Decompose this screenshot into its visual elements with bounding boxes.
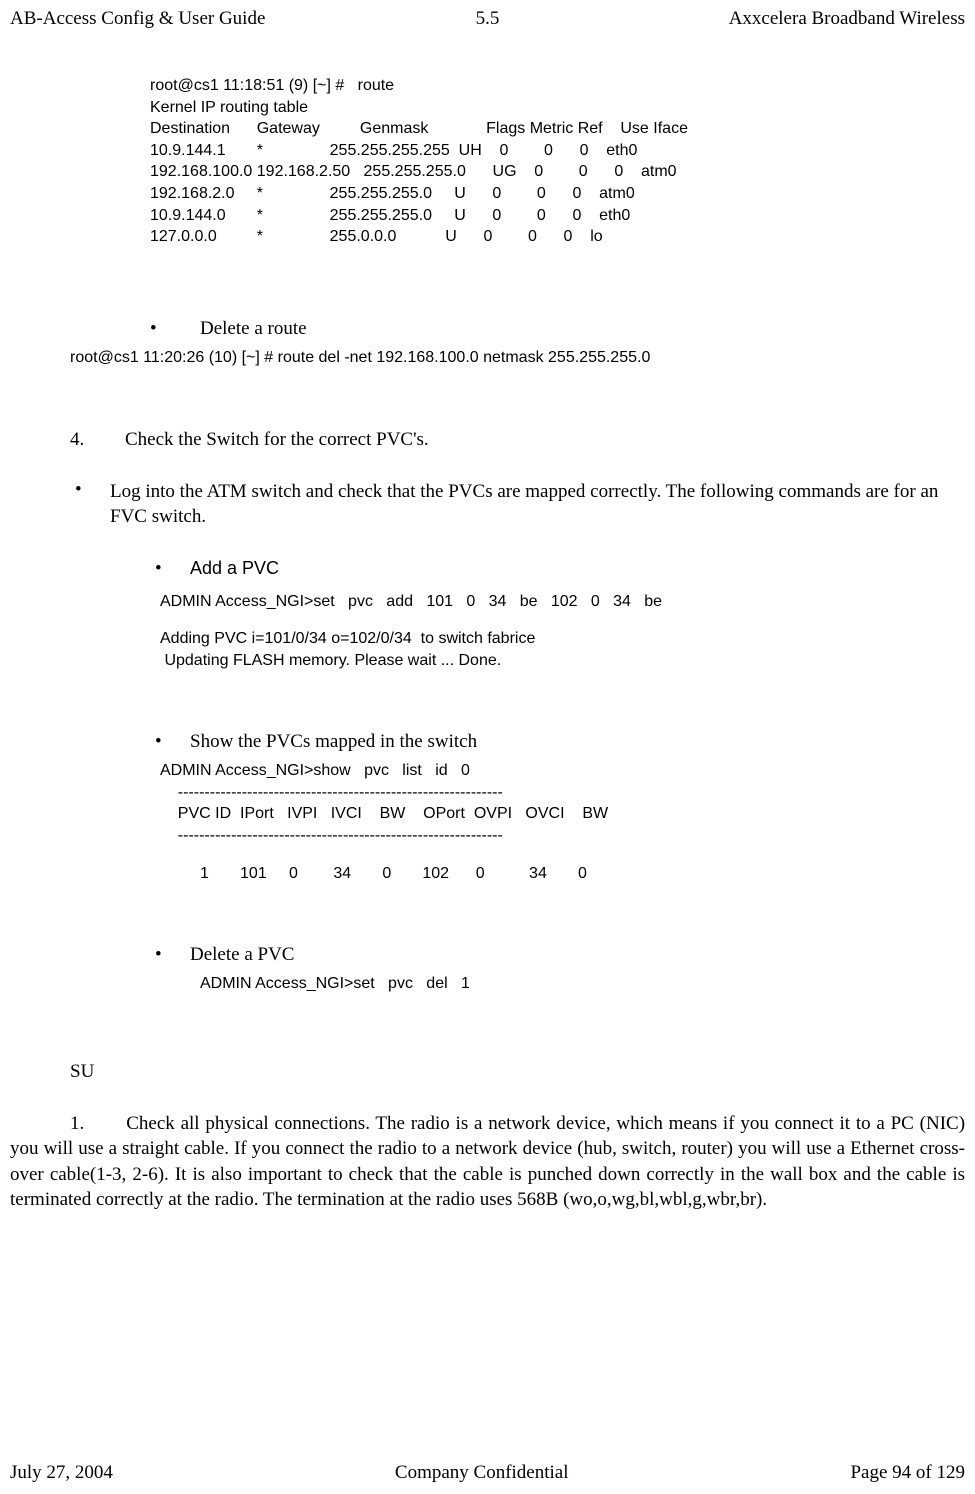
add-pvc-code: ADMIN Access_NGI>set pvc add 101 0 34 be…: [160, 591, 965, 672]
bullet-text: Log into the ATM switch and check that t…: [110, 479, 965, 530]
bullet-add-pvc: • Add a PVC: [155, 558, 965, 581]
bullet-icon: •: [150, 318, 200, 341]
step-number: 1.: [70, 1113, 84, 1134]
code-line: ADMIN Access_NGI>set pvc add 101 0 34 be…: [160, 591, 965, 613]
delete-pvc-code: ADMIN Access_NGI>set pvc del 1: [200, 973, 965, 995]
bullet-delete-route: • Delete a route: [150, 318, 965, 341]
page-header: AB-Access Config & User Guide 5.5 Axxcel…: [10, 0, 965, 30]
bullet-icon: •: [155, 558, 190, 581]
footer-confidential: Company Confidential: [395, 1462, 569, 1484]
footer-date: July 27, 2004: [10, 1462, 113, 1484]
step-number: 4.: [70, 429, 125, 451]
cmd-delete-route: root@cs1 11:20:26 (10) [~] # route del -…: [70, 349, 965, 367]
code-line: PVC ID IPort IVPI IVCI BW OPort OVPI OVC…: [160, 803, 965, 825]
bullet-icon: •: [75, 479, 110, 502]
footer-page: Page 94 of 129: [850, 1462, 965, 1484]
show-pvc-code: ADMIN Access_NGI>show pvc list id 0 ----…: [160, 760, 965, 884]
page-footer: July 27, 2004 Company Confidential Page …: [0, 1462, 975, 1484]
step-4: 4. Check the Switch for the correct PVC'…: [70, 429, 965, 451]
code-line: ----------------------------------------…: [160, 782, 965, 804]
routing-columns: Destination Gateway Genmask Flags Metric…: [150, 118, 965, 140]
code-line: ADMIN Access_NGI>show pvc list id 0: [160, 760, 965, 782]
su-heading: SU: [70, 1061, 965, 1083]
routing-row: 10.9.144.1 * 255.255.255.255 UH 0 0 0 et…: [150, 140, 965, 162]
bullet-log-into: • Log into the ATM switch and check that…: [75, 479, 965, 530]
bullet-text: Delete a route: [200, 318, 307, 340]
bullet-text: Add a PVC: [190, 558, 279, 579]
bullet-text: Delete a PVC: [190, 944, 294, 966]
code-line: Adding PVC i=101/0/34 o=102/0/34 to swit…: [160, 628, 965, 650]
bullet-icon: •: [155, 944, 190, 967]
routing-row: 192.168.2.0 * 255.255.255.0 U 0 0 0 atm0: [150, 183, 965, 205]
code-line: Updating FLASH memory. Please wait ... D…: [160, 650, 965, 672]
routing-row: 192.168.100.0 192.168.2.50 255.255.255.0…: [150, 161, 965, 183]
page-body: root@cs1 11:18:51 (9) [~] # route Kernel…: [10, 30, 965, 1213]
header-left: AB-Access Config & User Guide: [10, 8, 328, 30]
header-center: 5.5: [328, 8, 646, 30]
routing-table-block: root@cs1 11:18:51 (9) [~] # route Kernel…: [150, 75, 965, 248]
routing-title: Kernel IP routing table: [150, 97, 965, 119]
code-line: 1 101 0 34 0 102 0 34 0: [160, 863, 965, 885]
step-text: Check the Switch for the correct PVC's.: [125, 429, 429, 451]
routing-prompt: root@cs1 11:18:51 (9) [~] # route: [150, 75, 965, 97]
step-1-paragraph: 1. Check all physical connections. The ra…: [10, 1111, 965, 1214]
bullet-icon: •: [155, 731, 190, 754]
bullet-show-pvc: • Show the PVCs mapped in the switch: [155, 731, 965, 754]
header-right: Axxcelera Broadband Wireless: [647, 8, 965, 30]
routing-row: 127.0.0.0 * 255.0.0.0 U 0 0 0 lo: [150, 226, 965, 248]
code-line: ADMIN Access_NGI>set pvc del 1: [200, 973, 965, 995]
bullet-delete-pvc: • Delete a PVC: [155, 944, 965, 967]
routing-row: 10.9.144.0 * 255.255.255.0 U 0 0 0 eth0: [150, 205, 965, 227]
code-line: ----------------------------------------…: [160, 825, 965, 847]
bullet-text: Show the PVCs mapped in the switch: [190, 731, 477, 753]
step1-lead: Check all physical connections. The radi…: [126, 1113, 769, 1134]
